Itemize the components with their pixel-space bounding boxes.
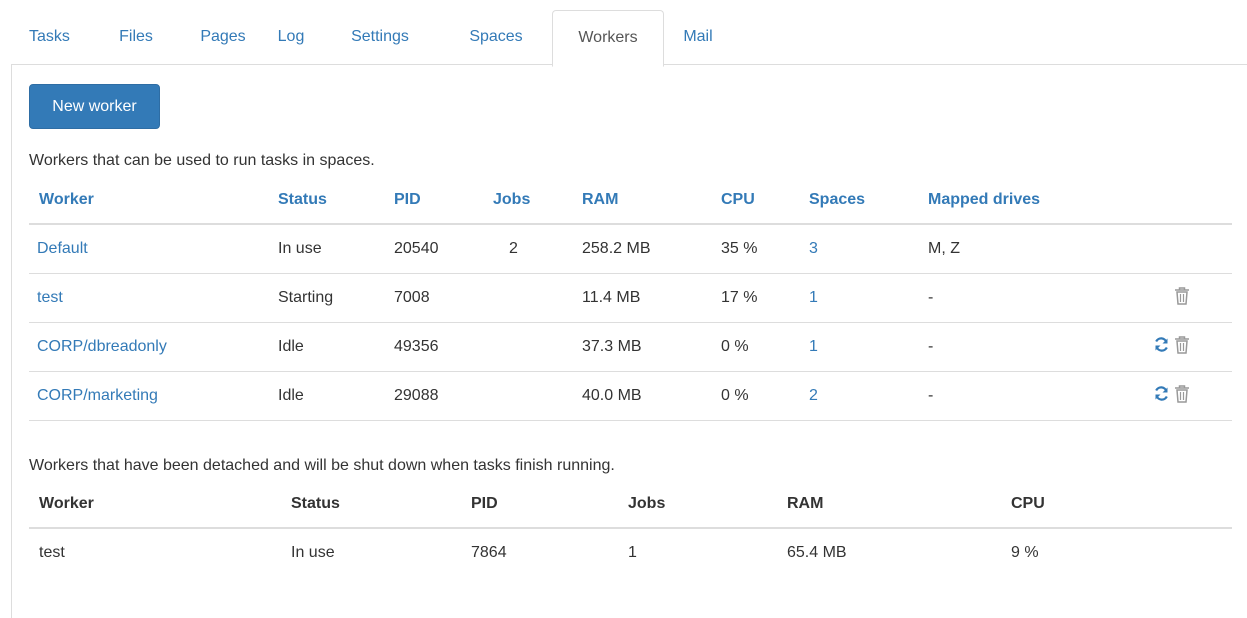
table-header-row: Worker Status PID Jobs RAM CPU Spaces Ma…: [29, 177, 1232, 225]
cpu-cell: 17 %: [721, 273, 809, 323]
trash-icon[interactable]: [1174, 286, 1190, 311]
column-header-mapped-drives[interactable]: Mapped drives: [928, 177, 1078, 225]
jobs-cell: [493, 322, 582, 372]
ram-cell: 40.0 MB: [582, 371, 721, 421]
row-actions: [1078, 322, 1232, 372]
cpu-cell: 35 %: [721, 224, 809, 274]
row-actions: [1078, 224, 1232, 274]
table-row: test Starting 7008 11.4 MB 17 % 1 -: [29, 273, 1232, 323]
jobs-cell: 1: [628, 544, 637, 561]
column-header-worker[interactable]: Worker: [29, 177, 278, 225]
tab-files[interactable]: Files: [116, 10, 156, 64]
new-worker-button[interactable]: New worker: [29, 84, 160, 129]
refresh-icon[interactable]: [1153, 336, 1170, 358]
column-header-worker: Worker: [29, 481, 291, 529]
worker-link[interactable]: CORP/dbreadonly: [37, 338, 167, 355]
spaces-link[interactable]: 1: [809, 338, 818, 355]
table-row: Default In use 20540 2 258.2 MB 35 % 3 M…: [29, 224, 1232, 274]
column-header-ram: RAM: [787, 481, 1011, 529]
trash-icon[interactable]: [1174, 384, 1190, 409]
tab-workers[interactable]: Workers: [552, 10, 664, 67]
tab-mail[interactable]: Mail: [679, 10, 717, 64]
jobs-cell: [493, 371, 582, 421]
table-row: CORP/dbreadonly Idle 49356 37.3 MB 0 % 1…: [29, 322, 1232, 372]
table-row: test In use 7864 1 65.4 MB 9 %: [29, 528, 1232, 577]
worker-cell: test: [39, 544, 65, 561]
detached-workers-table: Worker Status PID Jobs RAM CPU test In u…: [29, 481, 1232, 577]
cpu-cell: 9 %: [1011, 544, 1039, 561]
cpu-cell: 0 %: [721, 371, 809, 421]
pid-cell: 20540: [394, 224, 493, 274]
status-cell: Starting: [278, 273, 394, 323]
spaces-link[interactable]: 3: [809, 240, 818, 257]
column-header-spaces[interactable]: Spaces: [809, 177, 928, 225]
status-cell: Idle: [278, 322, 394, 372]
column-header-jobs[interactable]: Jobs: [493, 177, 582, 225]
tab-bar: Tasks Files Pages Log Settings Spaces Wo…: [11, 10, 1247, 67]
jobs-cell: 2: [493, 224, 582, 274]
status-cell: In use: [291, 544, 335, 561]
active-workers-table: Worker Status PID Jobs RAM CPU Spaces Ma…: [29, 177, 1232, 421]
tab-pages[interactable]: Pages: [197, 10, 249, 64]
ram-cell: 65.4 MB: [787, 544, 847, 561]
pid-cell: 7864: [471, 544, 507, 561]
column-header-status: Status: [291, 481, 471, 529]
column-header-jobs: Jobs: [628, 481, 787, 529]
mapped-drives-cell: -: [928, 273, 1078, 323]
tab-spaces[interactable]: Spaces: [466, 10, 526, 64]
column-header-cpu: CPU: [1011, 481, 1232, 529]
column-header-status[interactable]: Status: [278, 177, 394, 225]
status-cell: In use: [278, 224, 394, 274]
tab-tasks[interactable]: Tasks: [29, 10, 70, 64]
pid-cell: 29088: [394, 371, 493, 421]
trash-icon[interactable]: [1174, 335, 1190, 360]
table-header-row: Worker Status PID Jobs RAM CPU: [29, 481, 1232, 529]
mapped-drives-cell: M, Z: [928, 224, 1078, 274]
pid-cell: 7008: [394, 273, 493, 323]
pid-cell: 49356: [394, 322, 493, 372]
active-workers-caption: Workers that can be used to run tasks in…: [29, 152, 375, 169]
worker-link[interactable]: test: [37, 289, 63, 306]
column-header-cpu[interactable]: CPU: [721, 177, 809, 225]
content-border: [11, 64, 12, 618]
detached-workers-caption: Workers that have been detached and will…: [29, 457, 615, 474]
column-header-pid[interactable]: PID: [394, 177, 493, 225]
ram-cell: 37.3 MB: [582, 322, 721, 372]
table-row: CORP/marketing Idle 29088 40.0 MB 0 % 2 …: [29, 371, 1232, 421]
spaces-link[interactable]: 1: [809, 289, 818, 306]
mapped-drives-cell: -: [928, 322, 1078, 372]
tab-settings[interactable]: Settings: [345, 10, 415, 64]
jobs-cell: [493, 273, 582, 323]
worker-link[interactable]: Default: [37, 240, 88, 257]
refresh-icon[interactable]: [1153, 385, 1170, 407]
status-cell: Idle: [278, 371, 394, 421]
mapped-drives-cell: -: [928, 371, 1078, 421]
ram-cell: 11.4 MB: [582, 273, 721, 323]
spaces-link[interactable]: 2: [809, 387, 818, 404]
worker-link[interactable]: CORP/marketing: [37, 387, 158, 404]
column-header-pid: PID: [471, 481, 628, 529]
row-actions: [1078, 371, 1232, 421]
cpu-cell: 0 %: [721, 322, 809, 372]
tab-log[interactable]: Log: [276, 10, 306, 64]
row-actions: [1078, 273, 1232, 323]
ram-cell: 258.2 MB: [582, 224, 721, 274]
column-header-ram[interactable]: RAM: [582, 177, 721, 225]
